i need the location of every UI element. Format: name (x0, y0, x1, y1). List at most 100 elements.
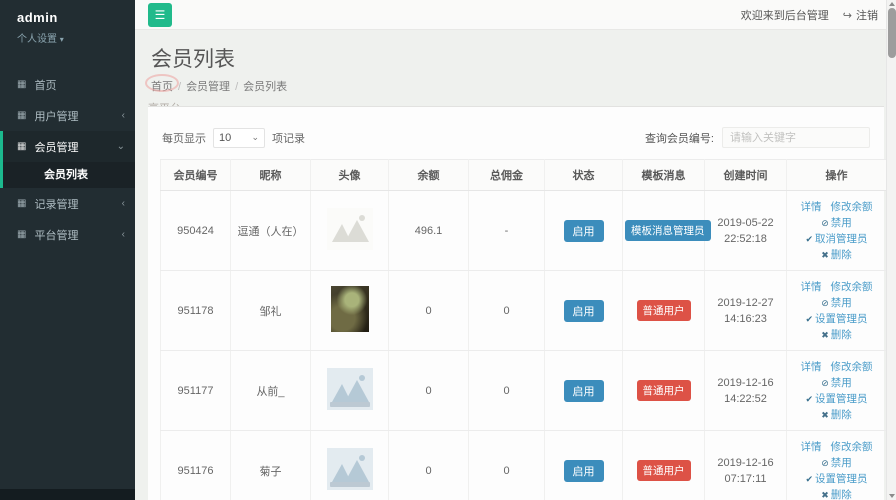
details-link[interactable]: 详情 (801, 281, 822, 293)
avatar-cell (310, 270, 389, 351)
logout-button[interactable]: ↪ 注销 (843, 7, 878, 23)
welcome-text: 欢迎来到后台管理 (740, 10, 829, 22)
sidebar-item-users[interactable]: ▦ 用户管理 ‹ (0, 100, 135, 131)
status-cell: 启用 (544, 350, 623, 431)
delete-x-icon: ✖ (821, 489, 829, 500)
template-role-button[interactable]: 普通用户 (636, 380, 691, 401)
sidebar-footer (0, 489, 135, 500)
operations-cell: 详情 修改余额 ⊘ 禁用 ✔ 设置管理员 ✖ 删除 (786, 430, 887, 500)
sidebar-item-members[interactable]: ▦ 会员管理 ⌄ (3, 131, 135, 162)
status-cell: 启用 (544, 270, 623, 351)
personal-settings-label: 个人设置 (17, 34, 57, 45)
details-link[interactable]: 详情 (801, 361, 822, 373)
avatar-cell (310, 430, 389, 500)
details-link[interactable]: 详情 (801, 201, 822, 213)
status-enabled-button[interactable]: 启用 (563, 379, 604, 402)
member-search-input[interactable] (722, 127, 870, 148)
scrollbar-thumb[interactable] (888, 8, 896, 58)
commission-cell: - (468, 190, 545, 271)
created-at-cell: 2019-05-22 22:52:18 (704, 190, 787, 271)
operations-cell: 详情 修改余额 ⊘ 禁用 ✔ 取消管理员 ✖ 删除 (786, 190, 887, 271)
operations-cell: 详情 修改余额 ⊘ 禁用 ✔ 设置管理员 ✖ 删除 (786, 350, 887, 431)
template-role-button[interactable]: 普通用户 (636, 460, 691, 481)
balance-cell: 0 (388, 430, 469, 500)
nickname-cell: 从前_ (230, 350, 311, 431)
logout-icon: ↪ (842, 9, 852, 22)
member-row: 951176 菊子 0 0 启用 普通用户 2019-12-16 07:17:11 详情 修改余额… (160, 430, 887, 500)
disable-link[interactable]: 禁用 (831, 377, 852, 389)
chevron-down-icon: ⌄ (251, 132, 259, 142)
table-header-row: 会员编号 昵称 头像 余额 总佣金 状态 模板消息 创建时间 操作 (160, 159, 887, 191)
avatar-caption-text (329, 482, 370, 487)
check-circle-icon: ✔ (805, 473, 814, 484)
disable-link[interactable]: 禁用 (831, 217, 852, 229)
balance-cell: 0 (388, 350, 469, 431)
breadcrumb-item[interactable]: 会员列表 (243, 81, 287, 93)
template-role-button[interactable]: 普通用户 (636, 300, 691, 321)
sidebar-menu: ▦ 首页 ▦ 用户管理 ‹ ▦ 会员管理 ⌄ 会员列表 ▦ 记录管理 ‹ ▦ 平台管理 ‹ (0, 69, 135, 250)
chevron-left-icon: ‹ (121, 229, 125, 240)
delete-link[interactable]: 删除 (831, 489, 852, 500)
sidebar-item-label: 首页 (34, 79, 57, 92)
sidebar-item-label: 平台管理 (34, 229, 79, 242)
column-header: 昵称 (230, 159, 311, 191)
sidebar-toggle-button[interactable]: ☰ (148, 3, 172, 27)
sidebar-subitem-member-list[interactable]: 会员列表 (3, 162, 135, 188)
admin-role-link[interactable]: 设置管理员 (815, 393, 868, 405)
member-avatar-placeholder (326, 448, 373, 490)
commission-cell: 0 (468, 350, 545, 431)
member-row: 951178 邹礼 0 0 启用 普通用户 2019-12-27 14:16:23 详情 修改余额… (160, 270, 887, 351)
modify-balance-link[interactable]: 修改余额 (831, 361, 873, 373)
disable-link[interactable]: 禁用 (831, 457, 852, 469)
admin-role-link[interactable]: 设置管理员 (815, 313, 868, 325)
sidebar-item-records[interactable]: ▦ 记录管理 ‹ (0, 188, 135, 219)
breadcrumb-item[interactable]: 首页 (151, 81, 173, 93)
ban-circle-icon: ⊘ (821, 217, 829, 228)
modify-balance-link[interactable]: 修改余额 (831, 201, 873, 213)
scroll-down-arrow-icon[interactable] (889, 494, 895, 498)
column-header: 头像 (310, 159, 389, 191)
template-cell: 普通用户 (622, 270, 705, 351)
sidebar-item-platform[interactable]: ▦ 平台管理 ‹ (0, 219, 135, 250)
delete-link[interactable]: 删除 (831, 329, 852, 341)
chevron-down-icon: ⌄ (116, 141, 125, 152)
sidebar-item-home[interactable]: ▦ 首页 (0, 69, 135, 100)
avatar-caption-text (329, 402, 370, 407)
personal-settings-link[interactable]: 个人设置 ▾ (17, 30, 135, 45)
page-size-value: 10 (219, 131, 232, 144)
created-time: 14:16:23 (724, 312, 767, 325)
details-link[interactable]: 详情 (801, 441, 822, 453)
breadcrumb-item[interactable]: 会员管理 (186, 81, 230, 93)
commission-cell: 0 (468, 270, 545, 351)
member-id-cell: 950424 (160, 190, 231, 271)
admin-role-link[interactable]: 设置管理员 (815, 473, 868, 485)
sidebar-item-label: 记录管理 (34, 198, 79, 211)
column-header: 状态 (544, 159, 623, 191)
delete-link[interactable]: 删除 (831, 249, 852, 261)
nickname-cell: 菊子 (230, 430, 311, 500)
delete-link[interactable]: 删除 (831, 409, 852, 421)
avatar-cell (310, 190, 389, 271)
column-header: 模板消息 (622, 159, 705, 191)
ban-circle-icon: ⊘ (821, 457, 829, 468)
table-grid-icon: ▦ (17, 141, 27, 152)
status-enabled-button[interactable]: 启用 (563, 219, 604, 242)
admin-username: admin (17, 10, 58, 25)
table-grid-icon: ▦ (17, 229, 27, 240)
created-at-cell: 2019-12-16 14:22:52 (704, 350, 787, 431)
nickname-cell: 邹礼 (230, 270, 311, 351)
template-role-button[interactable]: 模板消息管理员 (625, 220, 711, 241)
column-header: 操作 (786, 159, 887, 191)
page-size-select[interactable]: 10 ⌄ (213, 127, 265, 148)
column-header: 会员编号 (160, 159, 231, 191)
admin-role-link[interactable]: 取消管理员 (815, 233, 868, 245)
status-enabled-button[interactable]: 启用 (563, 459, 604, 482)
member-list-panel: 每页显示 10 ⌄ 项记录 查询会员编号: 会员编号昵称头像余额总佣金状态模板消… (148, 106, 887, 500)
status-enabled-button[interactable]: 启用 (563, 299, 604, 322)
disable-link[interactable]: 禁用 (831, 297, 852, 309)
vertical-scrollbar[interactable] (886, 0, 896, 500)
modify-balance-link[interactable]: 修改余额 (831, 281, 873, 293)
scroll-up-arrow-icon[interactable] (889, 2, 895, 6)
member-table: 会员编号 昵称 头像 余额 总佣金 状态 模板消息 创建时间 操作 950424 逗通（人在） 496… (160, 159, 887, 500)
modify-balance-link[interactable]: 修改余额 (831, 441, 873, 453)
